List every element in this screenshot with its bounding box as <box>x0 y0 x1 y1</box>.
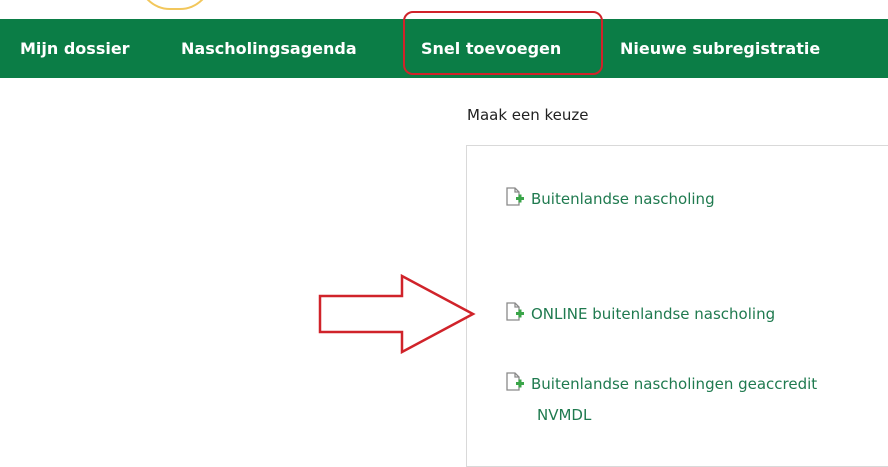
choice-prompt: Maak een keuze <box>467 106 589 124</box>
annotation-highlight-box <box>403 11 603 75</box>
nav-item-nascholingsagenda[interactable]: Nascholingsagenda <box>181 19 357 78</box>
option-buitenlandse-nascholing[interactable]: Buitenlandse nascholing <box>503 185 883 216</box>
logo-fragment <box>138 0 212 10</box>
option-label: Buitenlandse nascholingen geaccredit <box>531 375 818 393</box>
option-label: ONLINE buitenlandse nascholing <box>531 305 776 323</box>
option-buitenlandse-nascholingen-geaccrediteerd[interactable]: Buitenlandse nascholingen geaccredit NVM… <box>503 370 883 429</box>
add-document-icon <box>503 187 525 216</box>
option-label: Buitenlandse nascholing <box>531 190 715 208</box>
nav-item-mijn-dossier[interactable]: Mijn dossier <box>20 19 130 78</box>
add-document-icon <box>503 372 525 401</box>
nav-item-nieuwe-subregistratie[interactable]: Nieuwe subregistratie <box>620 19 820 78</box>
annotation-arrow <box>318 273 476 358</box>
option-online-buitenlandse-nascholing[interactable]: ONLINE buitenlandse nascholing <box>503 300 883 331</box>
option-label-line2: NVMDL <box>537 406 592 424</box>
add-document-icon <box>503 302 525 331</box>
